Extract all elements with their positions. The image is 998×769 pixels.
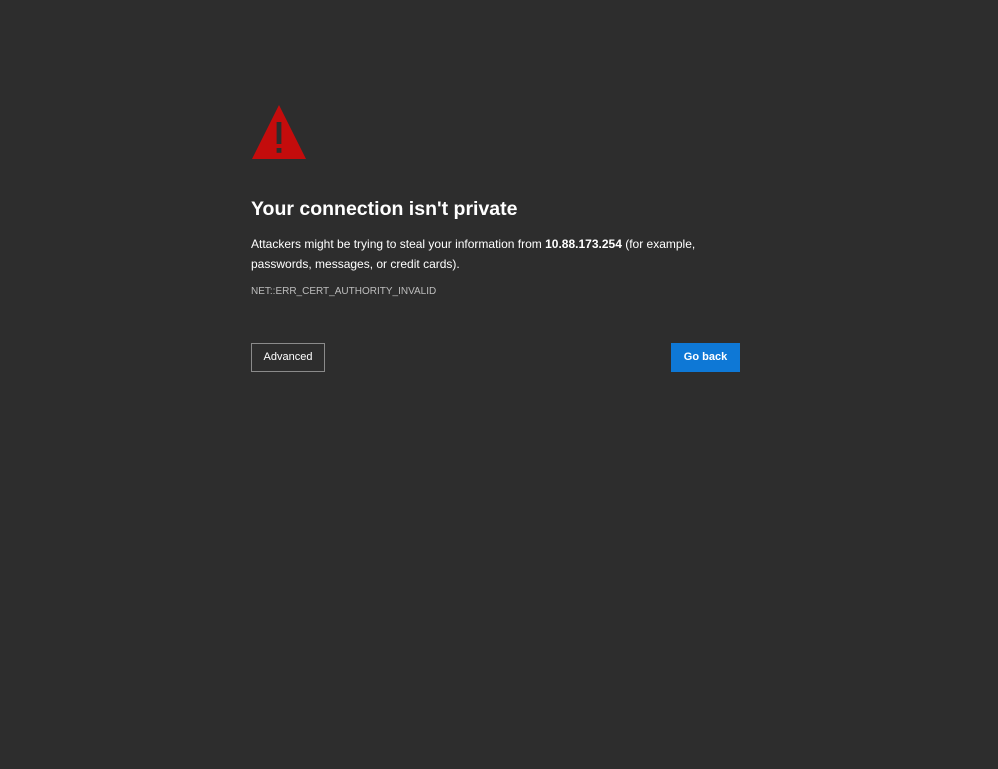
advanced-button[interactable]: Advanced: [251, 343, 325, 372]
error-code: NET::ERR_CERT_AUTHORITY_INVALID: [251, 286, 437, 297]
go-back-button[interactable]: Go back: [671, 343, 740, 372]
page-title: Your connection isn't private: [251, 198, 518, 220]
host-address: 10.88.173.254: [545, 237, 622, 251]
warning-description: Attackers might be trying to steal your …: [251, 234, 740, 274]
warning-triangle-icon: [252, 105, 306, 159]
interstitial-content: Your connection isn't private Attackers …: [251, 0, 740, 769]
description-text-start: Attackers might be trying to steal your …: [251, 237, 546, 251]
